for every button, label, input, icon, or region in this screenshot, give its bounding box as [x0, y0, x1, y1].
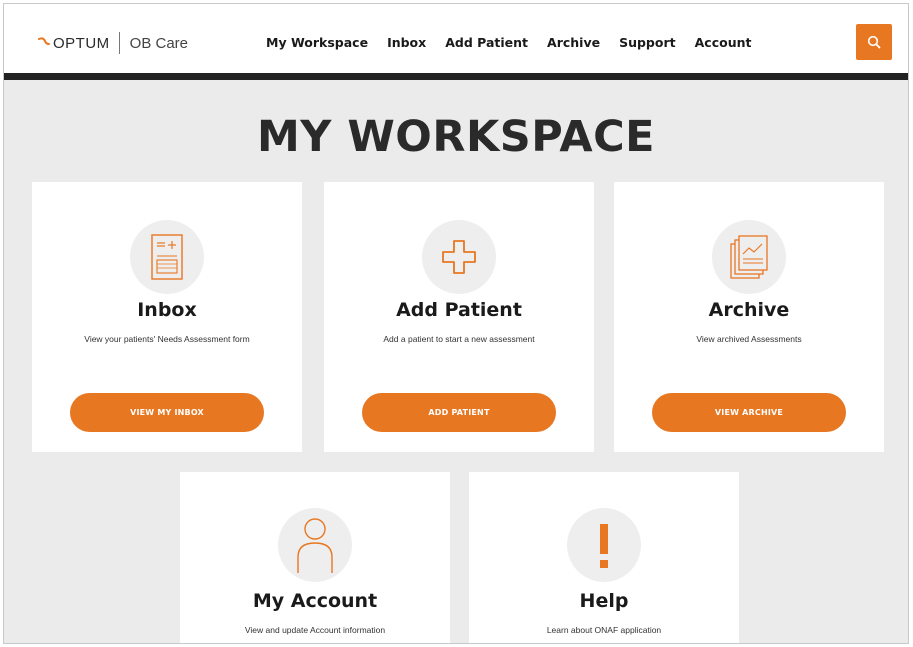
add-patient-card: Add Patient Add a patient to start a new…: [324, 182, 594, 452]
view-my-inbox-button[interactable]: VIEW MY INBOX: [70, 393, 264, 432]
search-button[interactable]: [856, 24, 892, 60]
nav-archive[interactable]: Archive: [547, 35, 600, 50]
user-icon: [297, 518, 333, 573]
add-patient-button[interactable]: ADD PATIENT: [362, 393, 556, 432]
product-name: OB Care: [129, 34, 189, 52]
help-card-description: Learn about ONAF application: [546, 625, 662, 635]
plus-icon: [442, 240, 476, 274]
my-account-icon-circle: [278, 508, 352, 582]
page-title: MY WORKSPACE: [256, 112, 656, 162]
brand-logo[interactable]: OPTUM OB Care: [37, 32, 188, 54]
inbox-card: Inbox View your patients' Needs Assessme…: [32, 182, 302, 452]
nav-inbox[interactable]: Inbox: [387, 35, 426, 50]
add-patient-card-title: Add Patient: [396, 299, 522, 321]
add-patient-icon-circle: [422, 220, 496, 294]
archive-icon-circle: [712, 220, 786, 294]
inbox-card-title: Inbox: [137, 299, 197, 321]
help-card: Help Learn about ONAF application: [469, 472, 739, 643]
main-nav: My Workspace Inbox Add Patient Archive S…: [266, 35, 770, 50]
brand-name: OPTUM: [53, 34, 110, 52]
nav-support[interactable]: Support: [619, 35, 676, 50]
archive-card-description: View archived Assessments: [696, 334, 802, 344]
my-account-card-description: View and update Account information: [244, 625, 386, 635]
archive-card-title: Archive: [708, 299, 790, 321]
header-divider-bar: [4, 73, 908, 80]
archive-docs-icon: [730, 235, 768, 279]
inbox-icon-circle: [130, 220, 204, 294]
exclamation-icon: [600, 524, 608, 568]
archive-card: Archive View archived Assessments VIEW A…: [614, 182, 884, 452]
inbox-card-description: View your patients' Needs Assessment for…: [84, 334, 250, 344]
help-card-title: Help: [579, 590, 629, 612]
site-header: OPTUM OB Care My Workspace Inbox Add Pat…: [4, 4, 908, 74]
nav-add-patient[interactable]: Add Patient: [445, 35, 528, 50]
inbox-form-icon: [151, 234, 183, 280]
nav-account[interactable]: Account: [695, 35, 752, 50]
optum-logo-icon: [38, 37, 50, 45]
search-icon: [867, 35, 881, 49]
my-account-card: My Account View and update Account infor…: [180, 472, 450, 643]
app-window: OPTUM OB Care My Workspace Inbox Add Pat…: [3, 3, 909, 644]
add-patient-card-description: Add a patient to start a new assessment: [383, 334, 535, 344]
logo-divider: [118, 32, 120, 54]
help-icon-circle: [567, 508, 641, 582]
my-account-card-title: My Account: [252, 590, 378, 612]
view-archive-button[interactable]: VIEW ARCHIVE: [652, 393, 846, 432]
nav-my-workspace[interactable]: My Workspace: [266, 35, 368, 50]
